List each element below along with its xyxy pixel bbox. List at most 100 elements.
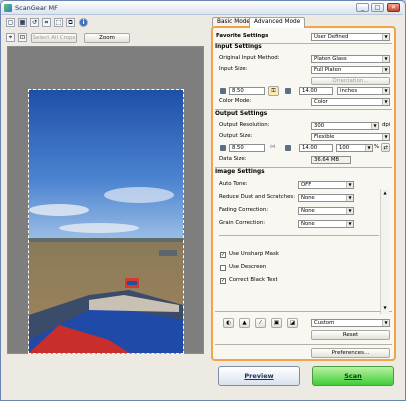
- grain-select[interactable]: None ▼: [298, 220, 354, 228]
- units-select[interactable]: inches ▼: [337, 87, 390, 95]
- original-input-method-value: Platen Glass: [314, 56, 347, 62]
- divider: [219, 235, 379, 236]
- single-crop-icon[interactable]: ▢: [6, 18, 15, 27]
- preview-area[interactable]: [7, 46, 204, 354]
- scale-select[interactable]: 100 ▼: [336, 144, 373, 152]
- maximize-button[interactable]: □: [371, 3, 384, 12]
- auto-crop-icon[interactable]: ⌖: [6, 33, 15, 42]
- minimize-button[interactable]: _: [356, 3, 369, 12]
- brightness-contrast-icon[interactable]: ◐: [223, 318, 234, 328]
- output-height-field[interactable]: 14.00: [299, 144, 333, 152]
- delete-crop-icon[interactable]: ⧉: [66, 18, 75, 27]
- divider: [215, 109, 392, 110]
- preview-button[interactable]: Preview: [218, 366, 300, 386]
- tone-preset-select[interactable]: Custom ▼: [311, 319, 390, 327]
- dust-select[interactable]: None ▼: [298, 194, 354, 202]
- output-resolution-value: 300: [314, 123, 325, 129]
- close-button[interactable]: ✕: [387, 3, 400, 12]
- orientation-button[interactable]: Orientation...: [311, 77, 390, 85]
- favorite-settings-value: User Defined: [314, 34, 349, 40]
- output-resolution-select[interactable]: 300 ▼: [311, 122, 379, 130]
- threshold-icon[interactable]: ◪: [287, 318, 298, 328]
- data-size-value: 36.64 MB: [311, 156, 351, 164]
- scroll-up-icon[interactable]: ▲: [382, 190, 388, 196]
- auto-tone-label: Auto Tone:: [219, 181, 248, 187]
- reset-button[interactable]: Reset: [311, 330, 390, 340]
- grain-label: Grain Correction:: [219, 220, 266, 226]
- clear-crops-icon[interactable]: ⬚: [54, 18, 63, 27]
- original-input-method-label: Original Input Method:: [219, 55, 280, 61]
- fading-value: None: [301, 208, 315, 214]
- input-size-select[interactable]: Full Platen ▼: [311, 66, 390, 74]
- divider: [215, 311, 392, 312]
- auto-tone-select[interactable]: OFF ▼: [298, 181, 354, 189]
- scan-button[interactable]: Scan: [312, 366, 394, 386]
- dust-value: None: [301, 195, 315, 201]
- output-resolution-label: Output Resolution:: [219, 122, 270, 128]
- input-width-field[interactable]: 8.50: [229, 87, 265, 95]
- scroll-down-icon[interactable]: ▼: [382, 305, 388, 311]
- chevron-down-icon: ▼: [346, 221, 353, 227]
- percent-label: %: [374, 144, 380, 150]
- preview-image[interactable]: [28, 89, 184, 354]
- units-value: inches: [340, 88, 358, 94]
- thumbnail-view-icon[interactable]: ▦: [18, 18, 27, 27]
- chevron-down-icon: ▼: [382, 34, 389, 40]
- aspect-lock-icon[interactable]: ⚿: [268, 86, 279, 96]
- fading-select[interactable]: None ▼: [298, 207, 354, 215]
- title-bar: ScanGear MF _ □ ✕: [1, 1, 403, 15]
- black-text-checkbox[interactable]: ✓: [220, 278, 226, 284]
- histogram-icon[interactable]: ▲: [239, 318, 250, 328]
- info-icon[interactable]: i: [79, 18, 88, 27]
- output-width-field[interactable]: 8.50: [229, 144, 265, 152]
- input-height-field[interactable]: 14.00: [299, 87, 333, 95]
- chevron-down-icon: ▼: [346, 182, 353, 188]
- output-size-select[interactable]: Flexible ▼: [311, 133, 390, 141]
- height-icon: [285, 145, 291, 151]
- dust-label: Reduce Dust and Scratches:: [219, 194, 296, 200]
- final-review-icon[interactable]: ▣: [271, 318, 282, 328]
- original-input-method-select[interactable]: Platen Glass ▼: [311, 55, 390, 63]
- settings-panel: Favorite Settings User Defined ▼ Input Se…: [211, 26, 396, 361]
- chevron-down-icon: ▼: [346, 195, 353, 201]
- fading-label: Fading Correction:: [219, 207, 269, 213]
- swap-orientation-icon[interactable]: ⇄: [381, 143, 390, 152]
- color-mode-value: Color: [314, 99, 328, 105]
- link-icon: ⋈: [270, 144, 276, 150]
- unsharp-mask-checkbox[interactable]: ✓: [220, 252, 226, 258]
- favorite-settings-select[interactable]: User Defined ▼: [311, 33, 390, 41]
- image-settings-scrollbar[interactable]: ▲ ▼: [380, 189, 389, 314]
- scale-value: 100: [339, 145, 350, 151]
- chevron-down-icon: ▼: [382, 134, 389, 140]
- chevron-down-icon: ▼: [382, 56, 389, 62]
- window-title: ScanGear MF: [15, 4, 58, 12]
- rotate-icon[interactable]: ↺: [30, 18, 39, 27]
- preferences-button[interactable]: Preferences...: [311, 348, 390, 358]
- app-icon: [4, 4, 12, 12]
- select-all-crops-button[interactable]: Select All Crops: [31, 33, 77, 43]
- input-size-value: Full Platen: [314, 67, 342, 73]
- favorite-settings-label: Favorite Settings: [216, 33, 269, 39]
- color-mode-select[interactable]: Color ▼: [311, 98, 390, 106]
- chevron-down-icon: ▼: [382, 99, 389, 105]
- output-size-label: Output Size:: [219, 133, 253, 139]
- tab-advanced-mode[interactable]: Advanced Mode: [249, 17, 306, 28]
- fit-crop-icon[interactable]: ⊡: [18, 33, 27, 42]
- chevron-down-icon: ▼: [382, 67, 389, 73]
- input-settings-title: Input Settings: [215, 44, 262, 50]
- tone-curve-icon[interactable]: ⁄: [255, 318, 266, 328]
- black-text-label: Correct Black Text: [229, 277, 278, 283]
- auto-tone-value: OFF: [301, 182, 312, 188]
- width-icon: [220, 88, 226, 94]
- zoom-button[interactable]: Zoom: [84, 33, 130, 43]
- tone-preset-value: Custom: [314, 320, 335, 326]
- chevron-down-icon: ▼: [382, 320, 389, 326]
- divider: [215, 344, 392, 345]
- image-settings-title: Image Settings: [215, 169, 265, 175]
- descreen-checkbox[interactable]: [220, 265, 226, 271]
- crop-icon[interactable]: ⌗: [42, 18, 51, 27]
- dpi-unit-label: dpi: [382, 122, 391, 128]
- height-icon: [285, 88, 291, 94]
- chevron-down-icon: ▼: [382, 88, 389, 94]
- chevron-down-icon: ▼: [365, 145, 372, 151]
